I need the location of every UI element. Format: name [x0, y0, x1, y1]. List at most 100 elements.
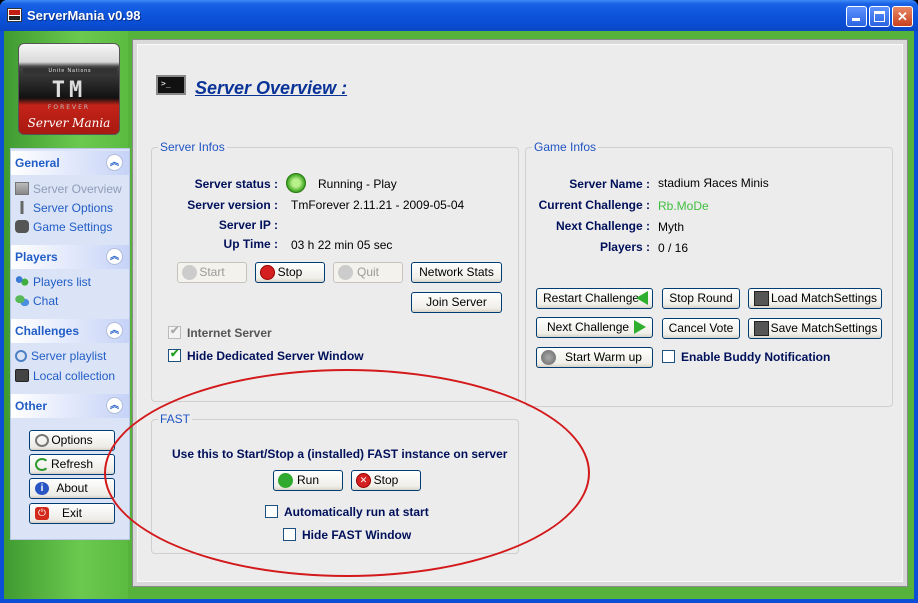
current-challenge-value: Rb.MoDe	[658, 199, 709, 213]
app-window: ServerMania v0.98 ✕ Unite Nations TM FOR…	[0, 0, 918, 603]
maximize-button[interactable]	[869, 6, 890, 27]
group-title: Game Infos	[532, 140, 599, 154]
refresh-button[interactable]: Refresh	[29, 454, 115, 475]
sidebar-item-local-collection[interactable]: Local collection	[15, 369, 115, 386]
logo-tm-text: TM	[51, 78, 87, 103]
next-challenge-value: Myth	[658, 220, 685, 234]
game-infos-group: Game Infos Server Name : stadium Яaces M…	[525, 140, 893, 407]
sidebar-item-server-options[interactable]: Server Options	[15, 201, 113, 218]
group-title: Server Infos	[158, 140, 227, 154]
internet-server-checkbox[interactable]: Internet Server	[168, 324, 272, 340]
collection-icon	[15, 369, 29, 383]
users-icon	[15, 275, 29, 289]
about-button[interactable]: i About	[29, 478, 115, 499]
monitor-icon	[15, 182, 29, 196]
server-name-label: Server Name :	[569, 177, 650, 191]
hide-dedicated-window-checkbox[interactable]: Hide Dedicated Server Window	[168, 347, 364, 363]
next-challenge-label: Next Challenge :	[555, 219, 650, 233]
restart-challenge-button[interactable]: Restart Challenge	[536, 288, 653, 309]
logo-band-text: Unite Nations	[23, 68, 117, 74]
logo-sub-text: FOREVER	[47, 104, 91, 111]
join-server-button[interactable]: Join Server	[411, 292, 502, 313]
group-title: FAST	[158, 412, 193, 426]
terminal-icon: >_	[156, 75, 186, 95]
sidebar-item-server-overview[interactable]: Server Overview	[15, 182, 122, 199]
play-icon	[278, 473, 293, 488]
options-button[interactable]: Options	[29, 430, 115, 451]
sidebar-item-game-settings[interactable]: Game Settings	[15, 220, 112, 237]
fast-hide-window-checkbox[interactable]: Hide FAST Window	[283, 528, 411, 542]
sidebar-item-server-playlist[interactable]: Server playlist	[15, 349, 106, 366]
sidebar: General ︽ Server Overview Server Options…	[10, 148, 130, 540]
collapse-chevron-icon[interactable]: ︽	[106, 397, 123, 414]
section-title: General	[15, 156, 60, 170]
uptime-label: Up Time :	[223, 237, 278, 251]
stop-icon	[260, 265, 275, 280]
section-title: Challenges	[15, 324, 80, 338]
play-icon	[182, 265, 197, 280]
stop-server-button[interactable]: Stop	[255, 262, 325, 283]
save-matchsettings-button[interactable]: Save MatchSettings	[748, 318, 882, 339]
collapse-chevron-icon[interactable]: ︽	[106, 154, 123, 171]
close-button[interactable]: ✕	[892, 6, 913, 27]
stop-round-button[interactable]: Stop Round	[662, 288, 740, 309]
players-value: 0 / 16	[658, 241, 689, 255]
start-server-button[interactable]: Start	[177, 262, 247, 283]
client-area: Unite Nations TM FOREVER Server Mania Ge…	[4, 31, 914, 599]
server-mania-logo: Unite Nations TM FOREVER Server Mania	[18, 43, 120, 135]
arrow-left-icon	[636, 291, 648, 305]
exit-button[interactable]: ⏻ Exit	[29, 503, 115, 524]
quit-server-button[interactable]: Quit	[333, 262, 403, 283]
server-ip-label: Server IP :	[218, 218, 278, 232]
power-icon: ⏻	[35, 507, 49, 520]
network-stats-button[interactable]: Network Stats	[411, 262, 502, 283]
collapse-chevron-icon[interactable]: ︽	[106, 322, 123, 339]
quit-icon	[338, 265, 353, 280]
minimize-button[interactable]	[846, 6, 867, 27]
server-name-value: stadium Яaces Minis	[658, 176, 769, 190]
tools-icon	[15, 201, 29, 215]
logo-brand-text: Server Mania	[27, 116, 111, 130]
gear-icon	[35, 434, 49, 447]
sidebar-section-players[interactable]: Players ︽	[11, 245, 129, 269]
section-title: Other	[15, 399, 48, 413]
cancel-vote-button[interactable]: Cancel Vote	[662, 318, 740, 339]
stop-icon: ✕	[356, 473, 371, 488]
load-file-icon	[754, 291, 769, 306]
playlist-icon	[15, 349, 27, 362]
info-icon: i	[35, 482, 49, 495]
next-challenge-button[interactable]: Next Challenge	[536, 317, 653, 338]
main-panel: >_ Server Overview : Server Infos Server…	[132, 39, 908, 587]
gamepad-icon	[15, 220, 29, 234]
collapse-chevron-icon[interactable]: ︽	[106, 248, 123, 265]
sidebar-section-other[interactable]: Other ︽	[11, 394, 129, 418]
save-file-icon	[754, 321, 769, 336]
window-title: ServerMania v0.98	[27, 8, 141, 23]
server-infos-group: Server Infos Server status : Running - P…	[151, 140, 519, 402]
sidebar-section-general[interactable]: General ︽	[11, 151, 129, 175]
server-version-value: TmForever 2.11.21 - 2009-05-04	[291, 198, 465, 212]
server-status-label: Server status :	[194, 177, 278, 191]
start-warm-up-button[interactable]: Start Warm up	[536, 347, 653, 368]
sidebar-item-chat[interactable]: Chat	[15, 294, 58, 311]
load-matchsettings-button[interactable]: Load MatchSettings	[748, 288, 882, 309]
fast-auto-run-checkbox[interactable]: Automatically run at start	[265, 505, 429, 519]
section-title: Players	[15, 250, 58, 264]
sidebar-section-challenges[interactable]: Challenges ︽	[11, 319, 129, 343]
sidebar-item-players-list[interactable]: Players list	[15, 275, 91, 292]
title-bar[interactable]: ServerMania v0.98 ✕	[0, 0, 918, 31]
current-challenge-label: Current Challenge :	[538, 198, 650, 212]
status-running-icon	[286, 173, 306, 193]
arrow-right-icon	[634, 320, 646, 334]
buddy-notification-checkbox[interactable]: Enable Buddy Notification	[662, 350, 830, 364]
fast-description: Use this to Start/Stop a (installed) FAS…	[172, 447, 508, 461]
refresh-icon	[35, 458, 49, 471]
fast-group: FAST Use this to Start/Stop a (installed…	[151, 412, 519, 554]
fast-run-button[interactable]: Run	[273, 470, 343, 491]
players-label: Players :	[599, 240, 650, 254]
uptime-value: 03 h 22 min 05 sec	[291, 238, 393, 252]
chat-icon	[15, 294, 29, 308]
server-version-label: Server version :	[187, 198, 278, 212]
fast-stop-button[interactable]: ✕ Stop	[351, 470, 421, 491]
warm-up-icon	[541, 350, 556, 365]
